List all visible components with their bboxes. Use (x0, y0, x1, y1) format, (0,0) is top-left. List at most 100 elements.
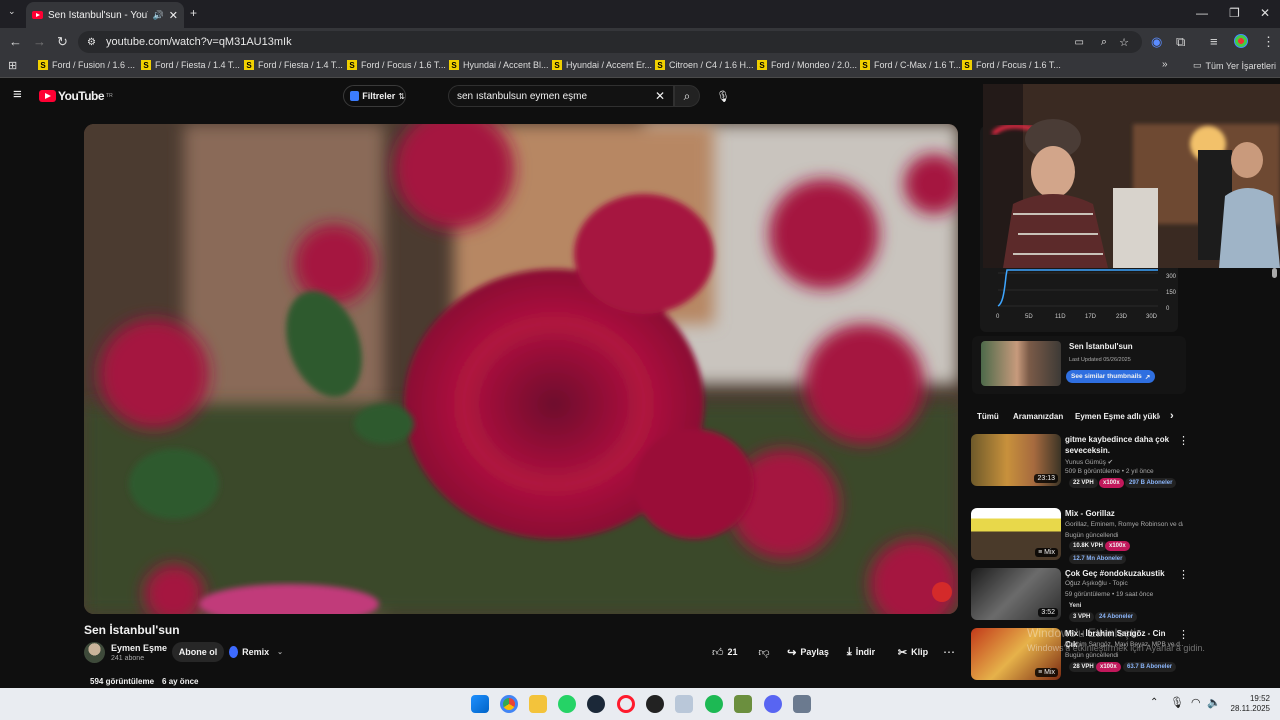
search-input[interactable]: sen ıstanbulsun eymen eşme ✕ (448, 85, 674, 107)
steam-icon[interactable] (587, 695, 605, 713)
video-stats: 594 görüntüleme 6 ay önce (90, 677, 198, 686)
youtube-logo-text: YouTube (58, 89, 105, 103)
bookmark-item[interactable]: S Ford / C-Max / 1.6 T... (860, 60, 961, 70)
bookmark-item[interactable]: S Ford / Fiesta / 1.4 T... (141, 60, 240, 70)
extensions-puzzle-icon[interactable]: ⧉ (1176, 34, 1185, 50)
forward-icon[interactable]: → (33, 34, 46, 49)
more-bookmarks-icon[interactable]: » (1162, 59, 1168, 70)
recommendation-item[interactable]: 3:52 Çok Geç #ondokuzakustik Oğuz Aşıkoğ… (971, 568, 1189, 624)
bookmark-item[interactable]: S Hyundai / Accent Bl... (449, 60, 549, 70)
subscribe-button[interactable]: Abone ol (172, 642, 224, 662)
channel-avatar[interactable] (84, 642, 105, 663)
bookmark-item[interactable]: S Ford / Fusion / 1.6 ... (38, 60, 135, 70)
more-horiz-icon: ⋯ (943, 645, 955, 659)
all-bookmarks[interactable]: ▭ Tüm Yer İşaretleri (1193, 60, 1276, 71)
speaker-icon[interactable]: 🔊 (153, 10, 164, 21)
thumbs-down-icon: 👎︎ (758, 646, 770, 659)
thumbnail-preview[interactable] (981, 341, 1061, 386)
rec-channel: Gorillaz, Eminem, Romye Robinson ve da..… (1065, 521, 1183, 528)
video-player[interactable] (84, 124, 958, 614)
address-bar[interactable]: ⚙ youtube.com/watch?v=qM31AU13mIk ▭ ⌕ ☆ (78, 31, 1142, 53)
media-control-icon[interactable]: ≡ (1210, 34, 1218, 49)
more-actions-button[interactable]: ⋯ (940, 642, 958, 662)
notepad-icon[interactable] (734, 695, 752, 713)
chip-all[interactable]: Tümü (977, 409, 999, 423)
rec-title[interactable]: gitme kaybedince daha çok seveceksin. (1065, 434, 1175, 456)
bookmark-item[interactable]: S Ford / Fiesta / 1.4 T... (244, 60, 343, 70)
bookmark-item[interactable]: S Ford / Focus / 1.6 T... (347, 60, 446, 70)
opera-icon[interactable] (617, 695, 635, 713)
minimize-icon[interactable]: — (1196, 6, 1208, 20)
rec-thumbnail[interactable]: 3:52 (971, 568, 1061, 620)
dislike-button[interactable]: 👎︎ (752, 642, 776, 662)
bookmark-s-icon: S (962, 60, 972, 70)
channel-name[interactable]: Eymen Eşme (111, 643, 167, 653)
app-black-icon[interactable] (646, 695, 664, 713)
y-tick: 300 (1166, 274, 1177, 280)
youtube-logo[interactable]: YouTube TR (39, 89, 113, 103)
rec-title[interactable]: Mix - Gorillaz (1065, 508, 1175, 519)
active-tab[interactable]: Sen İstanbul'sun - YouTube 🔊 ✕ (26, 2, 184, 28)
bookmark-item[interactable]: S Ford / Focus / 1.6 T... (962, 60, 1061, 70)
start-button-icon[interactable] (471, 695, 489, 713)
chrome-icon[interactable] (500, 695, 518, 713)
clock[interactable]: 19:52 28.11.2025 (1226, 694, 1270, 714)
apps-grid-icon[interactable]: ⊞ (8, 59, 17, 72)
clip-button[interactable]: ✂ Klip (895, 642, 931, 662)
hamburger-menu-icon[interactable]: ≡ (13, 86, 22, 103)
profile-avatar[interactable] (1234, 34, 1248, 48)
clear-search-icon[interactable]: ✕ (655, 89, 665, 103)
filters-button[interactable]: Filtreler ⇅ (343, 85, 406, 107)
extension-icon[interactable]: ◉ (1151, 34, 1162, 50)
recommendation-item[interactable]: ≡ Mix Mix - Gorillaz Gorillaz, Eminem, R… (971, 508, 1186, 564)
rec-thumbnail[interactable]: ≡ Mix (971, 508, 1061, 560)
whatsapp-icon[interactable] (558, 695, 576, 713)
file-explorer-icon[interactable] (529, 695, 547, 713)
wifi-icon[interactable]: ◠ (1191, 696, 1201, 709)
calculator-icon[interactable] (793, 695, 811, 713)
remix-button[interactable]: Remix ⌄ (229, 642, 283, 662)
tray-chevron-up-icon[interactable]: ⌃ (1150, 697, 1158, 708)
download-button[interactable]: ⤓ İndir (842, 642, 880, 662)
window-close-icon[interactable]: ✕ (1260, 6, 1270, 20)
vph-sparkline (997, 269, 1158, 307)
bookmark-star-icon[interactable]: ☆ (1119, 36, 1129, 49)
rec-more-icon[interactable]: ⋮ (1178, 628, 1189, 641)
menu-kebab-icon[interactable]: ⋮ (1262, 34, 1275, 50)
tab-search-icon[interactable]: ⌄ (8, 6, 16, 17)
network-app-icon[interactable] (675, 695, 693, 713)
cast-icon[interactable]: ▭ (1075, 37, 1084, 48)
maximize-icon[interactable]: ❐ (1229, 6, 1240, 20)
chip-from-search[interactable]: Aramanızdan (1013, 409, 1063, 423)
bookmark-item[interactable]: S Hyundai / Accent Er... (552, 60, 652, 70)
back-icon[interactable]: ← (9, 34, 22, 49)
rec-mix-label: ≡ Mix (1035, 548, 1058, 557)
chip-uploader[interactable]: Eymen Eşme adlı yükleyen (1075, 409, 1160, 423)
discord-icon[interactable] (764, 695, 782, 713)
reload-icon[interactable]: ↻ (57, 34, 68, 50)
see-similar-thumbnails-button[interactable]: See similar thumbnails ↗ (1066, 370, 1156, 383)
bookmark-item[interactable]: S Ford / Mondeo / 2.0... (757, 60, 857, 70)
x-tick: 30D (1146, 314, 1158, 320)
microphone-tray-icon[interactable]: 🎙 (1170, 696, 1184, 709)
rec-more-icon[interactable]: ⋮ (1178, 568, 1189, 581)
tab-title: Sen İstanbul'sun - YouTube (48, 9, 148, 21)
rec-thumbnail[interactable]: 23:13 (971, 434, 1061, 486)
bookmark-s-icon: S (757, 60, 767, 70)
site-info-icon[interactable]: ⚙ (87, 37, 96, 48)
chips-next-button[interactable]: › (1170, 409, 1174, 423)
volume-icon[interactable]: 🔈 (1207, 696, 1221, 709)
page-scrollbar[interactable] (1272, 268, 1277, 278)
search-button[interactable]: ⌕ (674, 85, 700, 107)
bookmark-item[interactable]: S Citroen / C4 / 1.6 H... (655, 60, 754, 70)
rec-more-icon[interactable]: ⋮ (1178, 434, 1189, 447)
share-button[interactable]: ↪ Paylaş (786, 642, 830, 662)
tab-close-icon[interactable]: ✕ (169, 9, 178, 22)
url-text: youtube.com/watch?v=qM31AU13mIk (106, 36, 292, 48)
spotify-icon[interactable] (705, 695, 723, 713)
new-tab-icon[interactable]: + (190, 6, 197, 20)
rec-title[interactable]: Çok Geç #ondokuzakustik (1065, 568, 1175, 579)
zoom-icon[interactable]: ⌕ (1101, 36, 1107, 49)
voice-search-button[interactable]: 🎙 (712, 85, 734, 107)
recommendation-item[interactable]: 23:13 gitme kaybedince daha çok seveceks… (971, 434, 1189, 494)
